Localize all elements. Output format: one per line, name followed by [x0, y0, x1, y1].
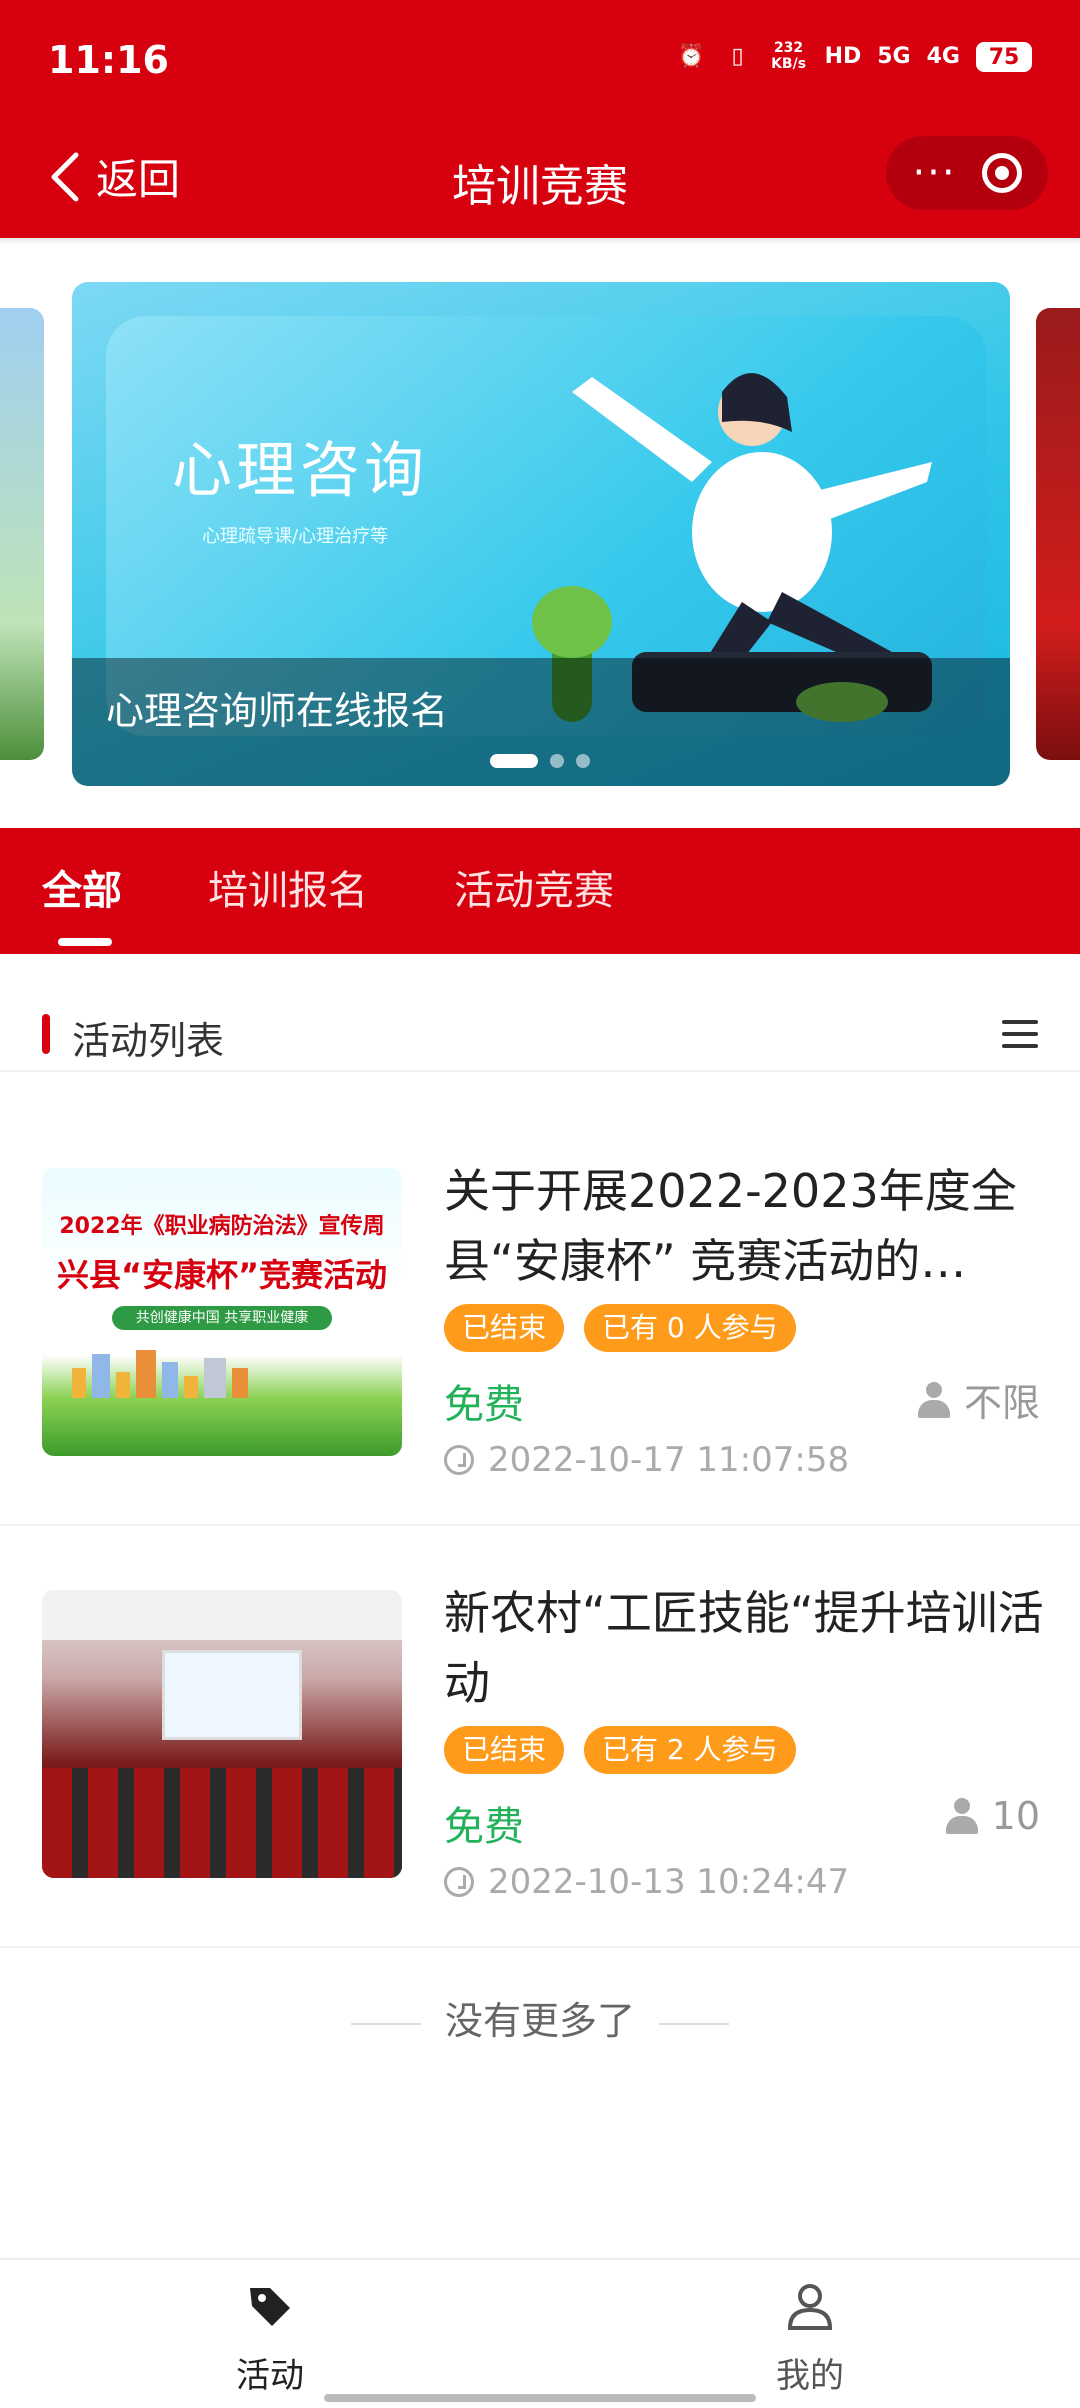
tabbar-mine-label: 我的: [776, 2356, 844, 2396]
status-icons: ⏰ ▯ 232 KB/s HD 5G 4G 75: [677, 40, 1032, 74]
indicator-dot: [576, 754, 590, 768]
tag-icon: [250, 2288, 290, 2326]
participants-badge: 已有 2 人参与: [584, 1726, 796, 1774]
section-accent-bar: [42, 1014, 50, 1054]
status-bar: 11:16 ⏰ ▯ 232 KB/s HD 5G 4G 75: [0, 0, 1080, 120]
divider-line: [659, 2022, 729, 2025]
person-icon: [945, 1798, 978, 1834]
home-indicator[interactable]: [324, 2394, 756, 2402]
thumbnail-title: 2022年《职业病防治法》宣传周: [59, 1214, 385, 1239]
activity-datetime: 2022-10-13 10:24:47: [488, 1862, 850, 1902]
activity-title: 关于开展2022-2023年度全县“安康杯” 竞赛活动的…: [444, 1164, 1017, 1288]
price-label: 免费: [444, 1804, 524, 1850]
net-speed: 232 KB/s: [771, 40, 807, 72]
banner-heading: 心理咨询: [172, 436, 428, 506]
battery-icon: 75: [976, 42, 1032, 72]
close-miniapp-icon[interactable]: [981, 153, 1022, 193]
projection-screen: [162, 1650, 302, 1740]
thumbnail-headline: 兴县“安康杯”竞赛活动: [56, 1256, 388, 1294]
activity-thumbnail: 2022年《职业病防治法》宣传周 兴县“安康杯”竞赛活动 共创健康中国 共享职业…: [42, 1168, 402, 1456]
carousel-indicators: [490, 754, 590, 768]
clock-icon: [444, 1867, 474, 1897]
status-time: 11:16: [48, 38, 169, 82]
banner-subheading: 心理疏导课/心理治疗等: [202, 526, 389, 547]
list-item[interactable]: 新农村“工匠技能“提升培训活动 已结束 已有 2 人参与 免费 10 2022-…: [0, 1526, 1080, 1948]
banner-carousel[interactable]: 心理咨询 心理疏导课/心理治疗等 心理咨询师在线报名: [0, 280, 1080, 790]
tab-training-signup[interactable]: 培训报名: [208, 828, 368, 954]
tabbar-item-activity[interactable]: 活动: [170, 2280, 370, 2397]
no-more-text: 没有更多了: [444, 1999, 635, 2043]
tabbar-activity-label: 活动: [236, 2356, 304, 2396]
nav-divider: [0, 238, 1080, 244]
activity-title: 新农村“工匠技能“提升培训活动: [444, 1586, 1044, 1710]
miniapp-capsule: ···: [886, 136, 1048, 210]
banner-caption: 心理咨询师在线报名: [106, 689, 449, 733]
banner-next-slide[interactable]: [1036, 308, 1080, 760]
banner-prev-slide[interactable]: [0, 308, 44, 760]
signal-4g-icon: 4G: [926, 44, 960, 69]
indicator-active: [490, 754, 538, 768]
activity-badges: 已结束 已有 0 人参与: [444, 1304, 796, 1352]
ceiling: [42, 1590, 402, 1640]
activity-list-header: 活动列表: [0, 972, 1080, 1072]
list-item[interactable]: 2022年《职业病防治法》宣传周 兴县“安康杯”竞赛活动 共创健康中国 共享职业…: [0, 1104, 1080, 1526]
capacity-limit: 不限: [917, 1372, 1040, 1427]
activity-badges: 已结束 已有 2 人参与: [444, 1726, 796, 1774]
city-skyline: [42, 1348, 402, 1398]
bottom-tab-bar: 活动 我的: [0, 2258, 1080, 2408]
hd-icon: HD: [824, 44, 862, 69]
clock-icon: [444, 1445, 474, 1475]
nav-bar: 返回 培训竞赛 ···: [0, 120, 1080, 238]
divider-line: [350, 2022, 421, 2025]
activity-thumbnail: [42, 1590, 402, 1878]
capacity-value: 10: [991, 1794, 1040, 1838]
activity-time: 2022-10-17 11:07:58: [444, 1440, 849, 1480]
section-title: 活动列表: [72, 1019, 225, 1063]
menu-icon[interactable]: [1002, 1020, 1038, 1050]
alarm-icon: ⏰: [677, 44, 706, 69]
indicator-dot: [550, 754, 564, 768]
more-icon[interactable]: ···: [912, 153, 956, 193]
signal-5g-icon: 5G: [877, 44, 911, 69]
thumbnail-slogan: 共创健康中国 共享职业健康: [112, 1306, 332, 1330]
capacity-value: 不限: [963, 1381, 1040, 1425]
user-icon: [787, 2284, 833, 2330]
status-badge: 已结束: [444, 1726, 565, 1774]
list-end-indicator: 没有更多了: [0, 1990, 1080, 2045]
activity-datetime: 2022-10-17 11:07:58: [488, 1440, 850, 1480]
auditorium-seats: [42, 1768, 402, 1878]
vibrate-icon: ▯: [731, 44, 744, 69]
banner-slide[interactable]: 心理咨询 心理疏导课/心理治疗等 心理咨询师在线报名: [72, 282, 1010, 786]
participants-badge: 已有 0 人参与: [584, 1304, 796, 1352]
price-label: 免费: [444, 1382, 524, 1428]
activity-time: 2022-10-13 10:24:47: [444, 1862, 849, 1902]
status-badge: 已结束: [444, 1304, 565, 1352]
tab-all[interactable]: 全部: [42, 828, 122, 954]
tabbar-item-mine[interactable]: 我的: [710, 2280, 910, 2397]
person-icon: [917, 1381, 950, 1418]
capacity-limit: 10: [945, 1794, 1040, 1838]
tab-activity-contest[interactable]: 活动竞赛: [454, 828, 614, 954]
category-tabs: 全部 培训报名 活动竞赛: [0, 828, 1080, 954]
